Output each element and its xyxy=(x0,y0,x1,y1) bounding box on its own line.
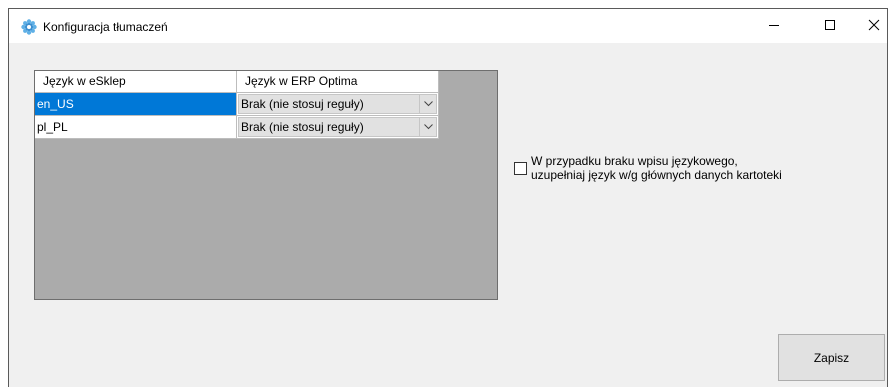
window-title: Konfiguracja tłumaczeń xyxy=(43,20,168,34)
erp-language-cell[interactable]: Brak (nie stosuj reguły) xyxy=(237,93,439,116)
close-icon xyxy=(868,19,880,34)
minimize-button[interactable] xyxy=(751,9,797,43)
save-button[interactable]: Zapisz xyxy=(778,334,885,381)
maximize-icon xyxy=(824,19,836,34)
column-header-erp[interactable]: Język w ERP Optima xyxy=(237,71,439,93)
gear-icon xyxy=(21,19,37,35)
fallback-language-label-line1: W przypadku braku wpisu językowego, xyxy=(531,154,738,168)
column-header-esklep[interactable]: Język w eSklep xyxy=(35,71,237,93)
erp-language-value: Brak (nie stosuj reguły) xyxy=(241,120,364,134)
maximize-button[interactable] xyxy=(807,9,853,43)
chevron-down-icon[interactable] xyxy=(419,118,436,136)
translation-grid[interactable]: Język w eSklep Język w ERP Optima en_US … xyxy=(34,70,498,300)
close-button[interactable] xyxy=(851,9,896,43)
fallback-language-checkbox[interactable] xyxy=(514,162,527,175)
minimize-icon xyxy=(768,19,780,34)
table-row[interactable]: pl_PL Brak (nie stosuj reguły) xyxy=(35,116,439,139)
erp-language-dropdown[interactable]: Brak (nie stosuj reguły) xyxy=(238,94,437,114)
config-window: Konfiguracja tłumaczeń Język w eSklep Ję… xyxy=(8,8,888,387)
fallback-language-label-line2: uzupełniaj język w/g głównych danych kar… xyxy=(531,168,782,182)
chevron-down-icon[interactable] xyxy=(419,95,436,113)
erp-language-value: Brak (nie stosuj reguły) xyxy=(241,97,364,111)
table-row[interactable]: en_US Brak (nie stosuj reguły) xyxy=(35,93,439,116)
language-cell[interactable]: en_US xyxy=(35,93,237,116)
erp-language-dropdown[interactable]: Brak (nie stosuj reguły) xyxy=(238,117,437,137)
fallback-language-label[interactable]: W przypadku braku wpisu językowego, uzup… xyxy=(531,154,782,182)
title-bar[interactable]: Konfiguracja tłumaczeń xyxy=(9,9,887,43)
language-cell[interactable]: pl_PL xyxy=(35,116,237,139)
erp-language-cell[interactable]: Brak (nie stosuj reguły) xyxy=(237,116,439,139)
